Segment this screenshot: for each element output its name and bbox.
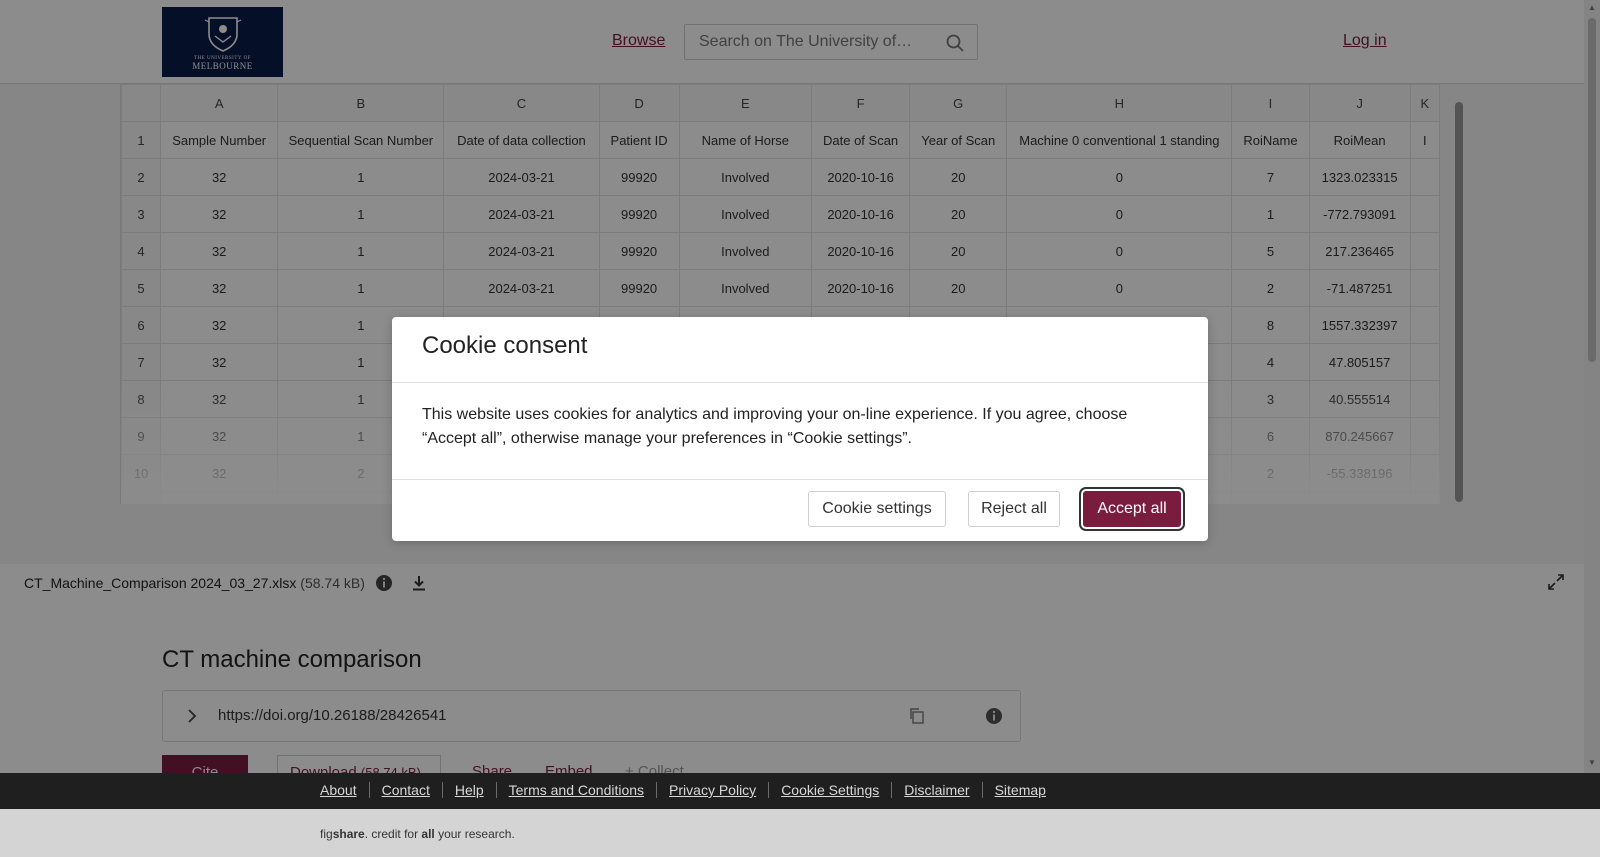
- footer-links: About Contact Help Terms and Conditions …: [320, 782, 1058, 798]
- dialog-body: This website uses cookies for analytics …: [392, 383, 1208, 480]
- accept-all-button[interactable]: Accept all: [1083, 491, 1181, 527]
- tag-share: share: [332, 827, 365, 841]
- cookie-settings-button[interactable]: Cookie settings: [808, 491, 946, 527]
- tag-end: your research.: [434, 827, 515, 841]
- footer-link-cookie-settings[interactable]: Cookie Settings: [768, 782, 891, 798]
- footer-link-contact[interactable]: Contact: [368, 782, 442, 798]
- footer-link-help[interactable]: Help: [441, 782, 496, 798]
- footer-link-sitemap[interactable]: Sitemap: [981, 782, 1058, 798]
- footer-link-disclaimer[interactable]: Disclaimer: [891, 782, 981, 798]
- footer-tagline-bar: figshare. credit for all your research.: [0, 809, 1600, 857]
- dialog-header: Cookie consent: [392, 317, 1208, 383]
- cookie-consent-dialog: Cookie consent This website uses cookies…: [392, 317, 1208, 541]
- footer-link-privacy[interactable]: Privacy Policy: [656, 782, 768, 798]
- footer-link-about[interactable]: About: [320, 782, 369, 798]
- dialog-title: Cookie consent: [422, 332, 588, 359]
- figshare-tagline: figshare. credit for all your research.: [320, 827, 515, 841]
- tag-mid: . credit for: [364, 827, 422, 841]
- tag-all: all: [421, 827, 435, 841]
- tag-fig: fig: [320, 827, 333, 841]
- footer-link-terms[interactable]: Terms and Conditions: [495, 782, 656, 798]
- footer-links-bar: About Contact Help Terms and Conditions …: [0, 773, 1600, 809]
- dialog-footer: Cookie settings Reject all Accept all: [392, 480, 1208, 540]
- reject-all-button[interactable]: Reject all: [968, 491, 1060, 527]
